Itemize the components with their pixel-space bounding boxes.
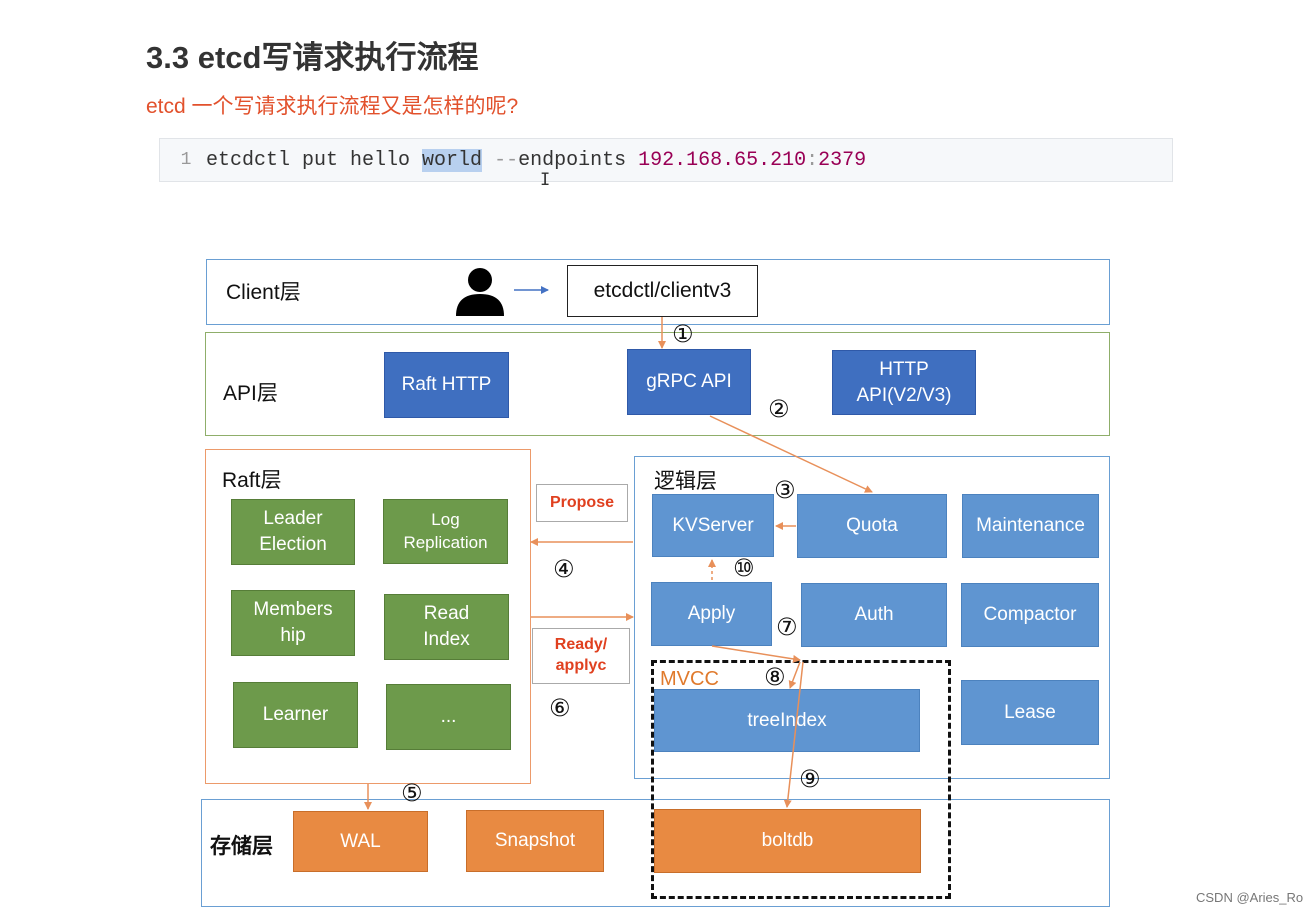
step-8-label: ⑧ xyxy=(764,663,786,691)
step-10-label: ⑩ xyxy=(733,554,755,582)
flow-arrows xyxy=(364,286,873,810)
step-2-label: ② xyxy=(768,395,790,423)
watermark: CSDN @Aries_Ro xyxy=(1196,890,1304,905)
step-9-label: ⑨ xyxy=(799,765,821,793)
mvcc-to-treeindex-arrow xyxy=(788,661,801,689)
step-3-label: ③ xyxy=(774,476,796,504)
apply-to-mvcc-arrow xyxy=(711,645,801,663)
step-1-label: ① xyxy=(672,320,694,348)
step-7-label: ⑦ xyxy=(776,613,798,641)
step-4-label: ④ xyxy=(553,555,575,583)
step-5-label: ⑤ xyxy=(401,779,423,807)
step-6-label: ⑥ xyxy=(549,694,571,722)
